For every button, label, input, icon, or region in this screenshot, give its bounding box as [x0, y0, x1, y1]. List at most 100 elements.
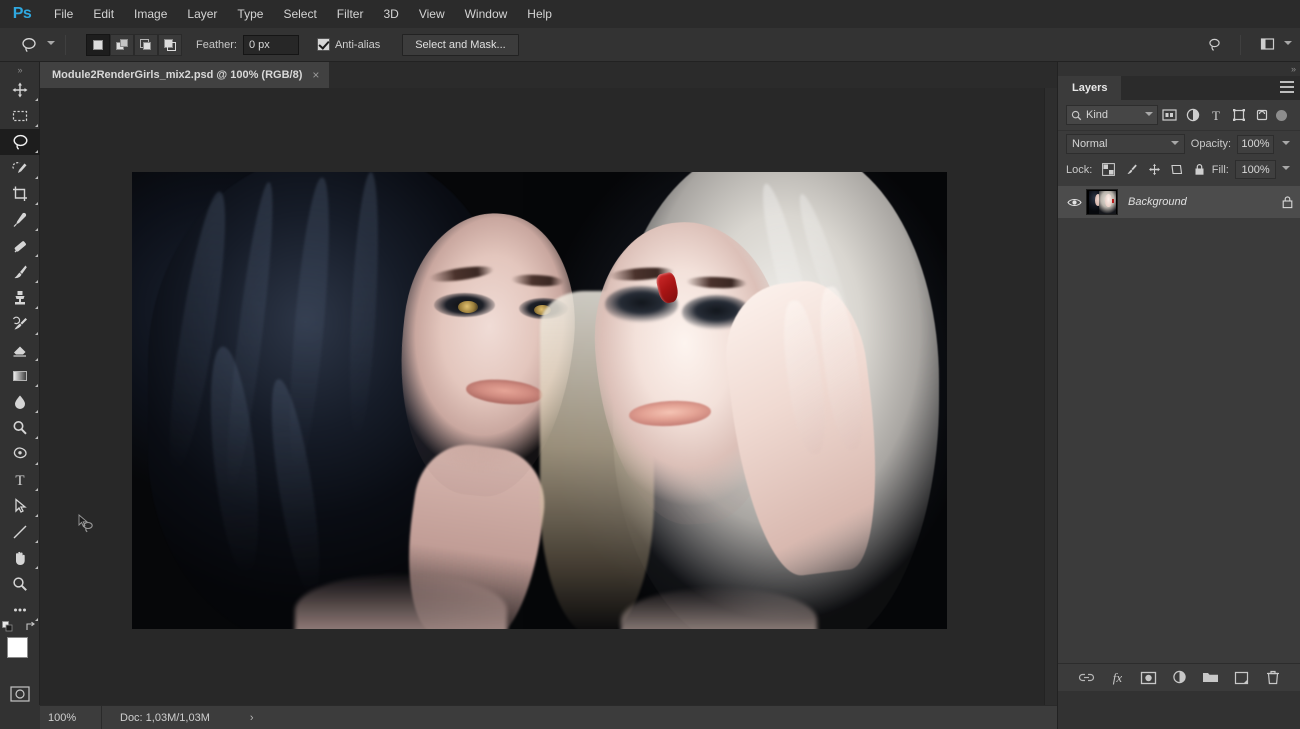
pen-tool-flyout-icon [35, 462, 38, 465]
menu-edit[interactable]: Edit [83, 0, 124, 28]
dodge-tool[interactable] [0, 415, 40, 441]
canvas-area[interactable] [40, 88, 1057, 705]
toolbar-collapse-button[interactable]: » [0, 62, 39, 77]
smart-object-filter-icon[interactable] [1250, 104, 1273, 126]
select-and-mask-button[interactable]: Select and Mask... [402, 33, 519, 56]
gradient-tool[interactable] [0, 363, 40, 389]
shape-layer-filter-icon[interactable] [1227, 104, 1250, 126]
menu-window[interactable]: Window [455, 0, 518, 28]
delete-layer-icon[interactable] [1263, 667, 1283, 689]
foreground-color-swatch[interactable] [7, 637, 28, 658]
lasso-tool[interactable] [0, 129, 40, 155]
rectangular-marquee-tool[interactable] [0, 103, 40, 129]
status-expand-arrow[interactable]: › [250, 712, 254, 724]
right-dock: » Layers Kind T Normal Opacity: 100% Loc… [1057, 62, 1300, 729]
eye-icon[interactable] [1062, 186, 1086, 218]
line-tool[interactable] [0, 519, 40, 545]
hand-tool[interactable] [0, 545, 40, 571]
toolbar-bottom-spacer [0, 705, 40, 729]
pixel-layer-filter-icon[interactable] [1158, 104, 1181, 126]
layer-filter-kind-select[interactable]: Kind [1066, 105, 1158, 125]
horizontal-type-tool[interactable]: T [0, 467, 40, 493]
canvas-vertical-scrollbar[interactable] [1044, 88, 1057, 705]
quick-mask-mode[interactable] [0, 681, 40, 707]
menu-file[interactable]: File [44, 0, 83, 28]
blur-tool[interactable] [0, 389, 40, 415]
path-selection-tool[interactable] [0, 493, 40, 519]
menu-type[interactable]: Type [227, 0, 273, 28]
menu-select[interactable]: Select [273, 0, 326, 28]
subtract-from-selection-button[interactable] [134, 33, 158, 56]
eraser-tool[interactable] [0, 337, 40, 363]
adjustment-layer-filter-icon[interactable] [1181, 104, 1204, 126]
pen-tool[interactable] [0, 441, 40, 467]
link-layers-icon[interactable] [1077, 667, 1097, 689]
eyedropper-tool[interactable] [0, 207, 40, 233]
crop-tool[interactable] [0, 181, 40, 207]
status-bar: 100% Doc: 1,03M/1,03M › [40, 705, 1057, 729]
lock-image-pixels-icon[interactable] [1121, 160, 1142, 180]
fill-chevron-icon[interactable] [1278, 160, 1292, 179]
intersect-with-selection-button[interactable] [158, 33, 182, 56]
search-icon[interactable] [1200, 32, 1228, 58]
document-info: Doc: 1,03M/1,03M [120, 711, 210, 724]
opacity-input[interactable]: 100% [1237, 134, 1274, 154]
new-adjustment-layer-icon[interactable] [1170, 667, 1190, 689]
layer-row-background[interactable]: Background [1058, 186, 1300, 218]
lock-position-icon[interactable] [1144, 160, 1165, 180]
svg-text:T: T [15, 473, 24, 489]
fill-label: Fill: [1211, 163, 1229, 176]
opacity-chevron-icon[interactable] [1280, 135, 1292, 154]
move-tool[interactable] [0, 77, 40, 103]
document-tab-bar: Module2RenderGirls_mix2.psd @ 100% (RGB/… [40, 62, 1057, 88]
zoom-tool[interactable] [0, 571, 40, 597]
add-to-selection-button[interactable] [110, 33, 134, 56]
fill-input[interactable]: 100% [1234, 160, 1277, 179]
add-layer-style-icon[interactable]: fx [1108, 667, 1128, 689]
add-layer-mask-icon[interactable] [1139, 667, 1159, 689]
filter-toggle[interactable] [1276, 109, 1287, 121]
zoom-level-field[interactable]: 100% [40, 705, 102, 729]
blend-mode-select[interactable]: Normal [1066, 134, 1185, 154]
menu-layer[interactable]: Layer [177, 0, 227, 28]
tool-preset-picker[interactable] [16, 33, 55, 57]
image-artboard[interactable] [132, 172, 947, 629]
new-group-icon[interactable] [1201, 667, 1221, 689]
type-layer-filter-icon[interactable]: T [1204, 104, 1227, 126]
workspace-chevron-icon[interactable] [1283, 40, 1292, 49]
new-layer-icon[interactable] [1232, 667, 1252, 689]
edit-toolbar-tool[interactable] [0, 597, 40, 623]
lock-artboard-nesting-icon[interactable] [1166, 160, 1187, 180]
dock-collapse-button[interactable]: » [1058, 62, 1300, 76]
photoshop-logo: Ps [12, 5, 32, 22]
menu-image[interactable]: Image [124, 0, 177, 28]
feather-input[interactable]: 0 px [242, 34, 299, 55]
layers-panel-footer: fx [1058, 663, 1300, 691]
anti-alias-checkbox[interactable]: Anti-alias [316, 38, 380, 51]
default-colors-icon[interactable] [2, 621, 13, 632]
history-brush-tool[interactable] [0, 311, 40, 337]
menu-help[interactable]: Help [517, 0, 562, 28]
brush-tool[interactable] [0, 259, 40, 285]
menu-view[interactable]: View [409, 0, 455, 28]
lock-icon[interactable] [1274, 186, 1300, 218]
blur-tool-flyout-icon [35, 410, 38, 413]
tab-layers[interactable]: Layers [1058, 76, 1122, 100]
menu-3d[interactable]: 3D [373, 0, 408, 28]
quick-selection-tool[interactable] [0, 155, 40, 181]
panel-menu-icon[interactable] [1280, 81, 1294, 93]
lock-all-icon[interactable] [1189, 160, 1210, 180]
menu-filter[interactable]: Filter [327, 0, 374, 28]
feather-label: Feather: [196, 38, 237, 51]
type-tool-flyout-icon [35, 488, 38, 491]
spot-healing-brush-tool[interactable] [0, 233, 40, 259]
lock-transparent-pixels-icon[interactable] [1098, 160, 1119, 180]
layer-name[interactable]: Background [1128, 196, 1274, 208]
swap-colors-icon[interactable] [25, 621, 36, 632]
document-tab[interactable]: Module2RenderGirls_mix2.psd @ 100% (RGB/… [40, 62, 331, 88]
new-selection-button[interactable] [86, 33, 110, 56]
close-icon[interactable]: × [312, 69, 319, 81]
lasso-cursor [76, 513, 98, 535]
clone-stamp-tool[interactable] [0, 285, 40, 311]
workspace-switcher-icon[interactable] [1253, 32, 1281, 58]
